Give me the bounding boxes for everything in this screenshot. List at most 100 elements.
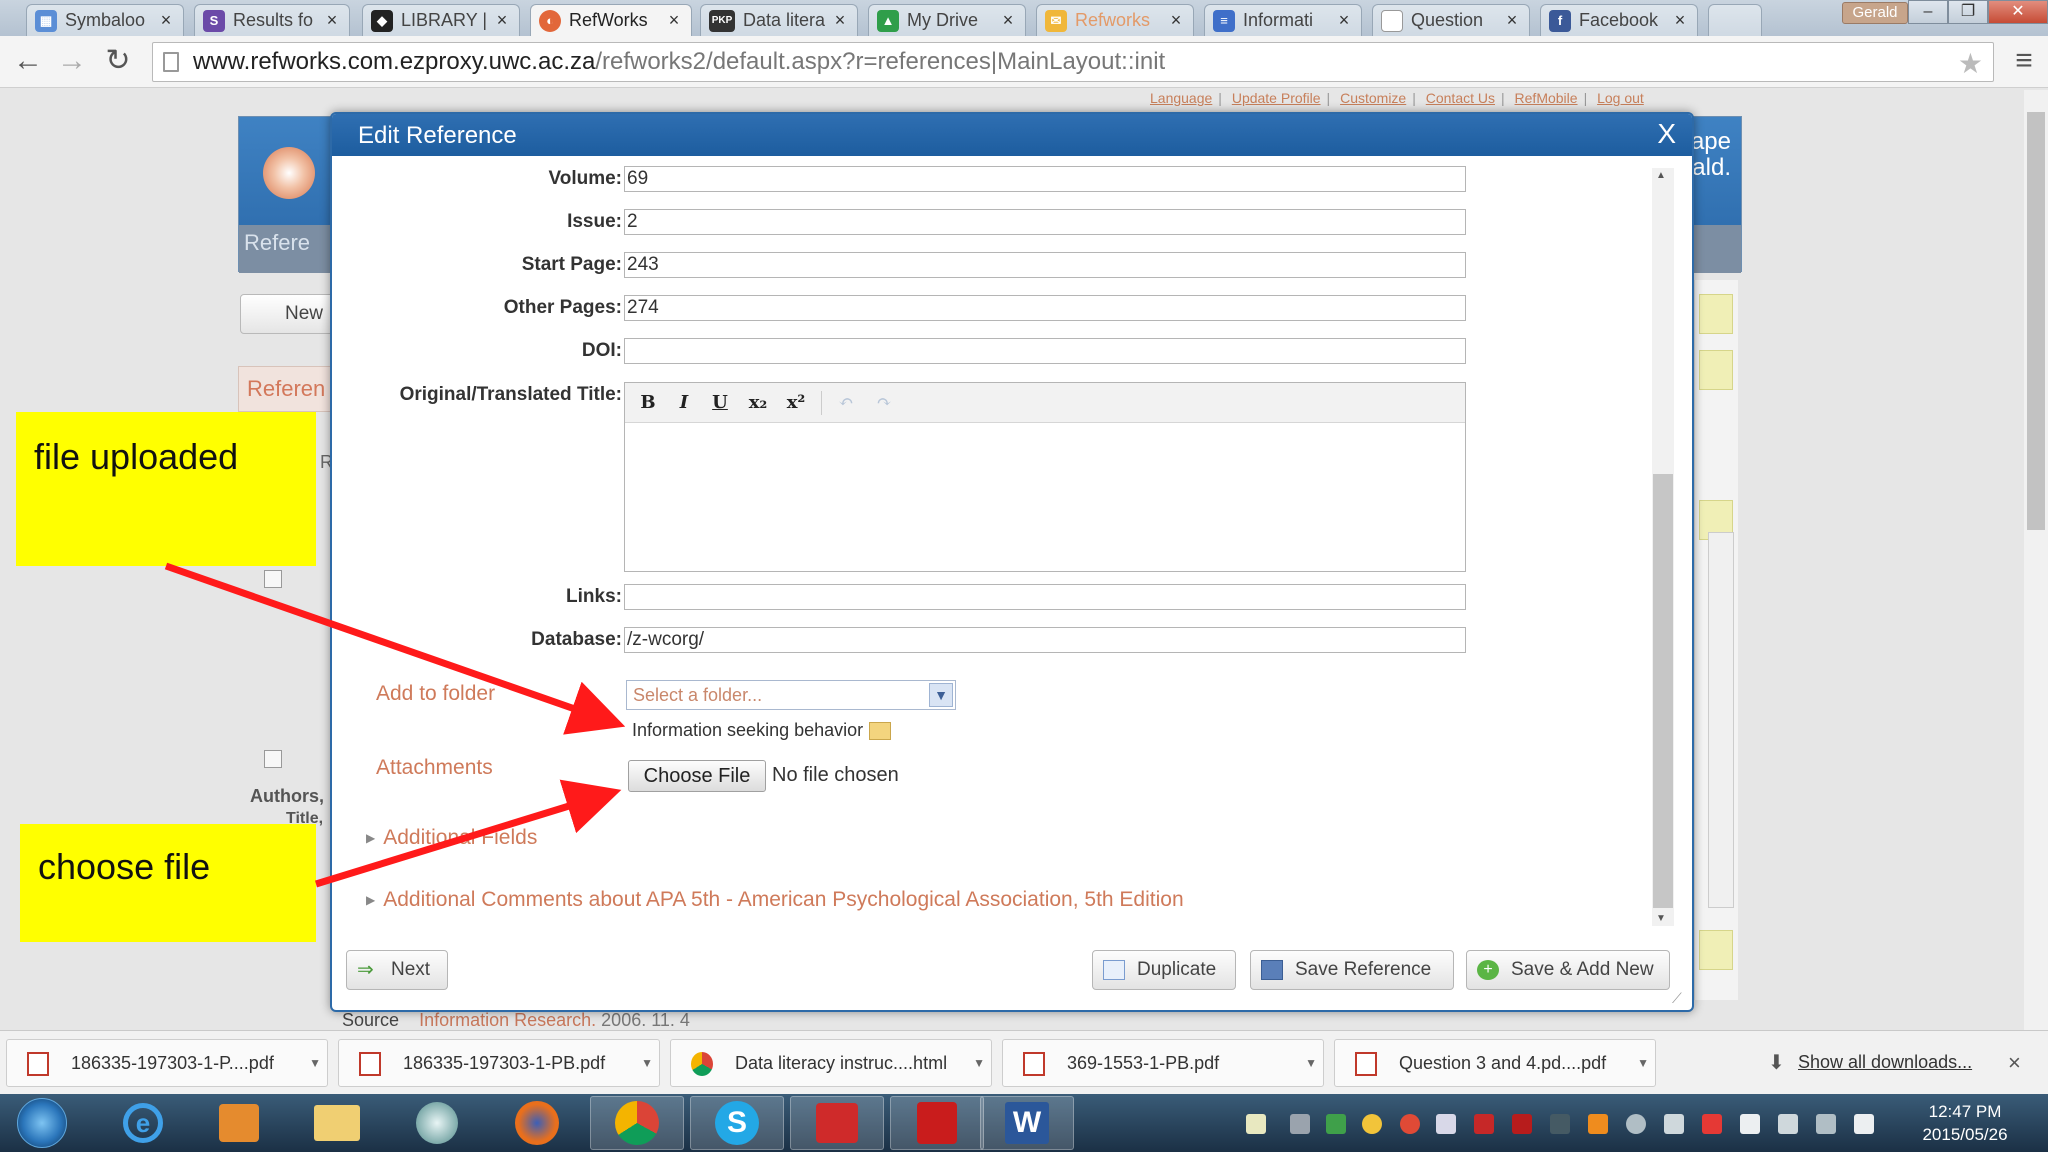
close-tab-icon[interactable]: × <box>323 10 341 31</box>
database-field[interactable]: /z-wcorg/ <box>624 627 1466 653</box>
word-icon[interactable]: W <box>980 1096 1074 1150</box>
page-info-icon[interactable] <box>163 52 179 72</box>
volume-field[interactable]: 69 <box>624 166 1466 192</box>
update-profile-link[interactable]: Update Profile <box>1232 90 1321 106</box>
contact-us-link[interactable]: Contact Us <box>1426 90 1495 106</box>
download-item[interactable]: 369-1553-1-PB.pdf ▼ <box>1002 1039 1324 1087</box>
tab-symbaloo[interactable]: ▦ Symbaloo × <box>26 4 184 36</box>
tab-library[interactable]: ◆ LIBRARY | × <box>362 4 520 36</box>
italic-button[interactable]: I <box>671 391 697 415</box>
network-icon[interactable] <box>1816 1114 1836 1134</box>
back-icon[interactable]: ← <box>10 44 46 80</box>
source-value[interactable]: Information Research. <box>419 1010 596 1030</box>
tab-facebook[interactable]: f Facebook × <box>1540 4 1698 36</box>
panel-scrollbar[interactable] <box>1708 532 1734 908</box>
download-item[interactable]: 186335-197303-1-PB.pdf ▼ <box>338 1039 660 1087</box>
close-tab-icon[interactable]: × <box>1167 10 1185 31</box>
refmobile-link[interactable]: RefMobile <box>1515 90 1578 106</box>
tray-icon[interactable] <box>1664 1114 1684 1134</box>
choose-file-button[interactable]: Choose File <box>628 760 766 792</box>
explorer-icon[interactable] <box>290 1096 384 1150</box>
close-tab-icon[interactable]: × <box>1335 10 1353 31</box>
download-item[interactable]: Question 3 and 4.pd....pdf ▼ <box>1334 1039 1656 1087</box>
tab-my-drive[interactable]: ▲ My Drive × <box>868 4 1026 36</box>
next-button[interactable]: ⇒ Next <box>346 950 448 990</box>
tray-icon[interactable] <box>1550 1114 1570 1134</box>
new-folder-button[interactable]: New <box>240 294 336 334</box>
acrobat-icon[interactable] <box>890 1096 984 1150</box>
customize-link[interactable]: Customize <box>1340 90 1406 106</box>
firefox-icon[interactable] <box>490 1096 584 1150</box>
bold-button[interactable]: B <box>635 391 661 415</box>
doi-field[interactable] <box>624 338 1466 364</box>
download-item[interactable]: 186335-197303-1-P....pdf ▼ <box>6 1039 328 1087</box>
scroll-down-icon[interactable]: ▼ <box>1656 913 1666 924</box>
dialog-scrollbar-thumb[interactable] <box>1653 474 1673 908</box>
additional-comments-expander[interactable]: ▶ Additional Comments about APA 5th - Ame… <box>366 888 1184 912</box>
globe-icon[interactable] <box>390 1096 484 1150</box>
folder-remove-icon[interactable] <box>869 722 892 741</box>
start-button[interactable] <box>10 1096 74 1150</box>
reference-checkbox[interactable] <box>264 750 282 768</box>
system-clock[interactable]: 12:47 PM 2015/05/26 <box>1910 1100 2020 1146</box>
close-tab-icon[interactable]: × <box>493 10 511 31</box>
redo-icon[interactable]: ↷ <box>871 391 897 415</box>
flag-icon[interactable] <box>1740 1114 1760 1134</box>
subscript-button[interactable]: x₂ <box>745 391 771 415</box>
tray-icon[interactable] <box>1436 1114 1456 1134</box>
page-scrollbar[interactable] <box>2024 90 2048 1030</box>
close-tab-icon[interactable]: × <box>1503 10 1521 31</box>
dialog-scrollbar[interactable]: ▲ ▼ <box>1652 168 1674 926</box>
tray-icon[interactable] <box>1246 1114 1266 1134</box>
close-tab-icon[interactable]: × <box>999 10 1017 31</box>
tray-icon[interactable] <box>1588 1114 1608 1134</box>
scroll-up-icon[interactable]: ▲ <box>1656 170 1666 181</box>
bookmark-star-icon[interactable]: ★ <box>1958 47 1983 80</box>
show-all-downloads-link[interactable]: Show all downloads... <box>1798 1052 1972 1073</box>
tray-icon[interactable] <box>1626 1114 1646 1134</box>
chevron-down-icon[interactable]: ▼ <box>929 683 953 707</box>
page-scrollbar-thumb[interactable] <box>2027 112 2045 530</box>
resize-grip-icon[interactable]: ⟋ <box>1672 990 1688 1006</box>
reload-icon[interactable]: ↻ <box>100 44 136 80</box>
dialog-close-button[interactable]: X <box>1657 118 1676 150</box>
chevron-down-icon[interactable]: ▼ <box>973 1040 985 1086</box>
tab-refworks-mail[interactable]: ✉ Refworks × <box>1036 4 1194 36</box>
chevron-down-icon[interactable]: ▼ <box>309 1040 321 1086</box>
tab-informati[interactable]: ≡ Informati × <box>1204 4 1362 36</box>
maximize-icon[interactable]: ❐ <box>1948 0 1988 24</box>
skype-icon[interactable]: S <box>690 1096 784 1150</box>
start-page-field[interactable]: 243 <box>624 252 1466 278</box>
chevron-down-icon[interactable]: ▼ <box>1637 1040 1649 1086</box>
undo-icon[interactable]: ↶ <box>833 391 859 415</box>
profile-button[interactable]: Gerald <box>1842 2 1908 24</box>
address-bar[interactable]: www.refworks.com.ezproxy.uwc.ac.za/refwo… <box>152 42 1994 82</box>
chevron-down-icon[interactable]: ▼ <box>641 1040 653 1086</box>
additional-fields-expander[interactable]: ▶ Additional Fields <box>366 826 537 850</box>
duplicate-button[interactable]: Duplicate <box>1092 950 1236 990</box>
tray-icon[interactable] <box>1362 1114 1382 1134</box>
volume-icon[interactable] <box>1854 1114 1874 1134</box>
other-pages-field[interactable]: 274 <box>624 295 1466 321</box>
issue-field[interactable]: 2 <box>624 209 1466 235</box>
links-field[interactable] <box>624 584 1466 610</box>
chrome-icon[interactable] <box>590 1096 684 1150</box>
close-tab-icon[interactable]: × <box>1671 10 1689 31</box>
ie-icon[interactable]: e <box>96 1096 190 1150</box>
media-player-icon[interactable] <box>192 1096 286 1150</box>
tray-icon[interactable] <box>1326 1114 1346 1134</box>
close-downloads-icon[interactable]: × <box>2008 1050 2021 1076</box>
close-tab-icon[interactable]: × <box>157 10 175 31</box>
folder-select[interactable]: Select a folder... ▼ <box>626 680 956 710</box>
save-add-new-button[interactable]: + Save & Add New <box>1466 950 1670 990</box>
logout-link[interactable]: Log out <box>1597 90 1644 106</box>
references-menu-tab[interactable]: Refere <box>244 230 310 256</box>
superscript-button[interactable]: x² <box>783 391 809 415</box>
close-tab-icon[interactable]: × <box>831 10 849 31</box>
tray-icon[interactable] <box>1400 1114 1420 1134</box>
new-tab-button[interactable] <box>1708 4 1762 36</box>
chevron-down-icon[interactable]: ▼ <box>1305 1040 1317 1086</box>
tab-results[interactable]: S Results fo × <box>194 4 350 36</box>
close-tab-icon[interactable]: × <box>665 10 683 31</box>
forward-icon[interactable]: → <box>54 44 90 80</box>
